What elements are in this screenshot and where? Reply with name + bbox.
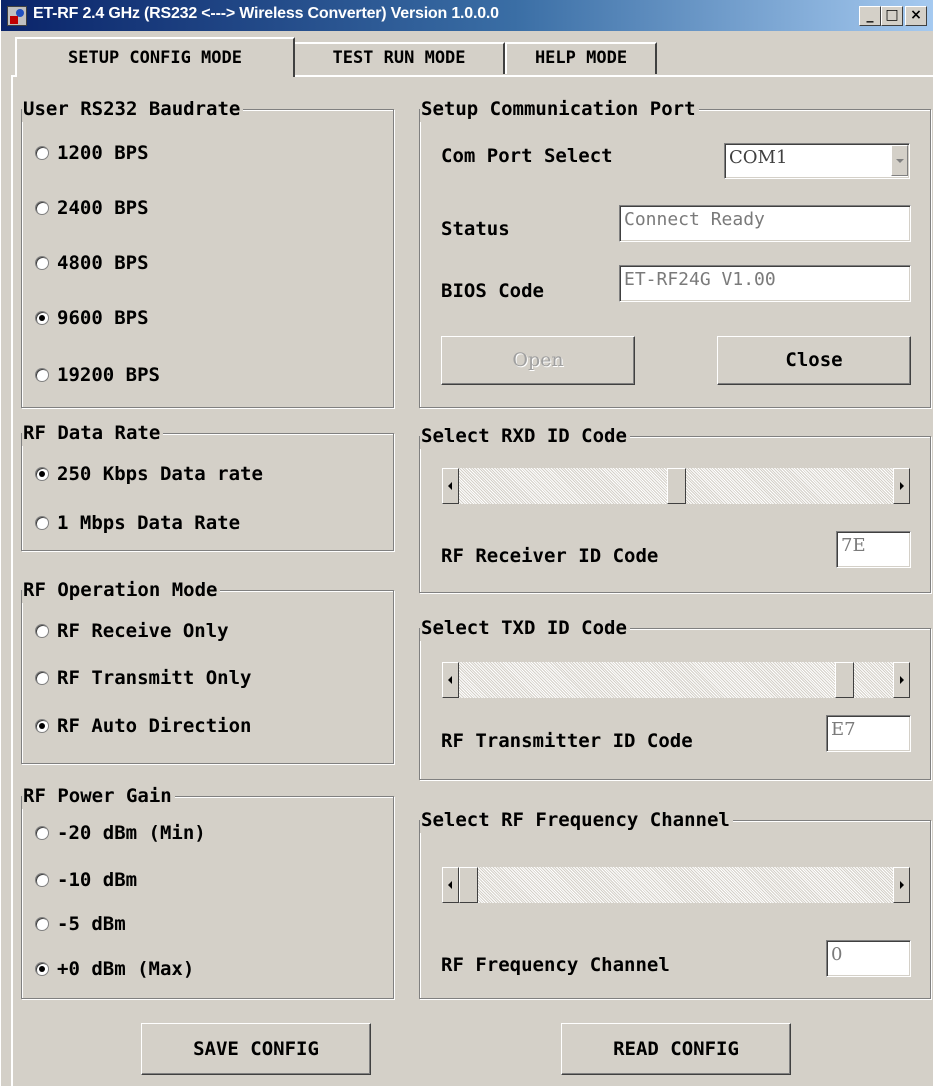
radio-9600-bps[interactable]: 9600 BPS [35, 307, 149, 329]
radio-button-circle [35, 516, 49, 530]
baudrate-group-title: User RS232 Baudrate [22, 96, 244, 122]
rf-operation-mode-group-title: RF Operation Mode [22, 577, 221, 603]
txd-id-group-title: Select TXD ID Code [420, 615, 630, 641]
rf-frequency-channel-label: RF Frequency Channel [441, 954, 670, 976]
com-port-group-title: Setup Communication Port [420, 96, 699, 122]
radio-rf-auto-direction[interactable]: RF Auto Direction [35, 715, 251, 737]
save-config-button[interactable]: SAVE CONFIG [141, 1023, 371, 1075]
radio-power-plus-0[interactable]: +0 dBm (Max) [35, 958, 194, 980]
radio-button-circle [35, 719, 49, 733]
rf-frequency-channel-field[interactable]: 0 [826, 940, 911, 977]
radio-4800-bps[interactable]: 4800 BPS [35, 252, 149, 274]
com-port-select[interactable]: COM1 [724, 143, 910, 179]
scroll-left-arrow-icon[interactable] [442, 867, 459, 903]
scroll-right-arrow-icon[interactable] [893, 468, 910, 504]
radio-label: 4800 BPS [57, 252, 149, 274]
window-title: ET-RF 2.4 GHz (RS232 <---> Wireless Conv… [33, 5, 499, 22]
radio-button-circle [35, 962, 49, 976]
rf-data-rate-group-title: RF Data Rate [22, 420, 164, 446]
rxd-id-slider-thumb[interactable] [667, 468, 686, 504]
radio-button-circle [35, 624, 49, 638]
app-window: ET-RF 2.4 GHz (RS232 <---> Wireless Conv… [0, 0, 933, 1086]
radio-button-circle [35, 201, 49, 215]
radio-label: RF Transmitt Only [57, 667, 252, 689]
close-window-button[interactable]: × [905, 6, 927, 26]
txd-id-slider[interactable] [441, 661, 911, 699]
radio-1-mbps[interactable]: 1 Mbps Data Rate [35, 512, 240, 534]
radio-label: 1200 BPS [57, 142, 149, 164]
txd-id-slider-thumb[interactable] [835, 662, 854, 698]
radio-label: 9600 BPS [57, 307, 149, 329]
rf-receiver-id-field[interactable]: 7E [836, 531, 911, 568]
radio-rf-receive-only[interactable]: RF Receive Only [35, 620, 229, 642]
tab-help-mode[interactable]: HELP MODE [505, 42, 657, 74]
radio-power-minus-20[interactable]: -20 dBm (Min) [35, 822, 206, 844]
radio-button-circle [35, 146, 49, 160]
radio-label: 1 Mbps Data Rate [57, 512, 241, 534]
rxd-id-group: Select RXD ID Code [419, 423, 931, 593]
radio-button-circle [35, 671, 49, 685]
chevron-down-icon[interactable] [891, 145, 908, 176]
rf-channel-slider-thumb[interactable] [459, 867, 478, 903]
radio-button-circle [35, 917, 49, 931]
radio-label: 19200 BPS [57, 364, 160, 386]
scroll-left-arrow-icon[interactable] [442, 662, 459, 698]
txd-id-group: Select TXD ID Code [419, 615, 931, 780]
read-config-button[interactable]: READ CONFIG [561, 1023, 791, 1075]
title-bar[interactable]: ET-RF 2.4 GHz (RS232 <---> Wireless Conv… [1, 0, 933, 31]
radio-250-kbps[interactable]: 250 Kbps Data rate [35, 463, 263, 485]
radio-button-circle [35, 826, 49, 840]
bios-code-label: BIOS Code [441, 280, 544, 302]
tab-strip: SETUP CONFIG MODE TEST RUN MODE HELP MOD… [1, 34, 933, 77]
radio-2400-bps[interactable]: 2400 BPS [35, 197, 149, 219]
radio-button-circle [35, 256, 49, 270]
radio-label: -10 dBm [57, 869, 138, 891]
radio-power-minus-10[interactable]: -10 dBm [35, 869, 137, 891]
scroll-right-arrow-icon[interactable] [893, 662, 910, 698]
rf-channel-group-title: Select RF Frequency Channel [420, 807, 733, 833]
status-label: Status [441, 218, 510, 240]
radio-button-circle [35, 873, 49, 887]
radio-button-circle [35, 467, 49, 481]
radio-rf-transmitt-only[interactable]: RF Transmitt Only [35, 667, 251, 689]
com-port-select-label: Com Port Select [441, 145, 613, 167]
radio-19200-bps[interactable]: 19200 BPS [35, 364, 160, 386]
rf-transmitter-id-label: RF Transmitter ID Code [441, 730, 693, 752]
maximize-button[interactable]: □ [881, 6, 903, 26]
rf-transmitter-id-field[interactable]: E7 [826, 715, 911, 752]
radio-label: 2400 BPS [57, 197, 149, 219]
scroll-left-arrow-icon[interactable] [442, 468, 459, 504]
com-port-select-value: COM1 [729, 147, 788, 168]
radio-label: -5 dBm [57, 913, 126, 935]
status-field[interactable]: Connect Ready [619, 205, 911, 242]
close-button[interactable]: Close [717, 336, 911, 385]
radio-1200-bps[interactable]: 1200 BPS [35, 142, 149, 164]
radio-button-circle [35, 368, 49, 382]
radio-label: -20 dBm (Min) [57, 822, 206, 844]
radio-label: +0 dBm (Max) [57, 958, 195, 980]
open-button[interactable]: Open [441, 336, 635, 385]
radio-label: RF Auto Direction [57, 715, 252, 737]
rf-receiver-id-label: RF Receiver ID Code [441, 545, 659, 567]
app-icon[interactable] [7, 6, 27, 26]
radio-label: 250 Kbps Data rate [57, 463, 263, 485]
rf-power-gain-group-title: RF Power Gain [22, 783, 175, 809]
radio-button-circle [35, 311, 49, 325]
minimize-button[interactable]: _ [859, 6, 881, 26]
rf-channel-slider[interactable] [441, 866, 911, 904]
scroll-right-arrow-icon[interactable] [893, 867, 910, 903]
radio-label: RF Receive Only [57, 620, 229, 642]
tab-setup-config-mode[interactable]: SETUP CONFIG MODE [15, 37, 295, 77]
tab-test-run-mode[interactable]: TEST RUN MODE [293, 42, 505, 74]
bios-code-field[interactable]: ET-RF24G V1.00 [619, 265, 911, 302]
rxd-id-slider[interactable] [441, 467, 911, 505]
radio-power-minus-5[interactable]: -5 dBm [35, 913, 126, 935]
rxd-id-group-title: Select RXD ID Code [420, 423, 630, 449]
